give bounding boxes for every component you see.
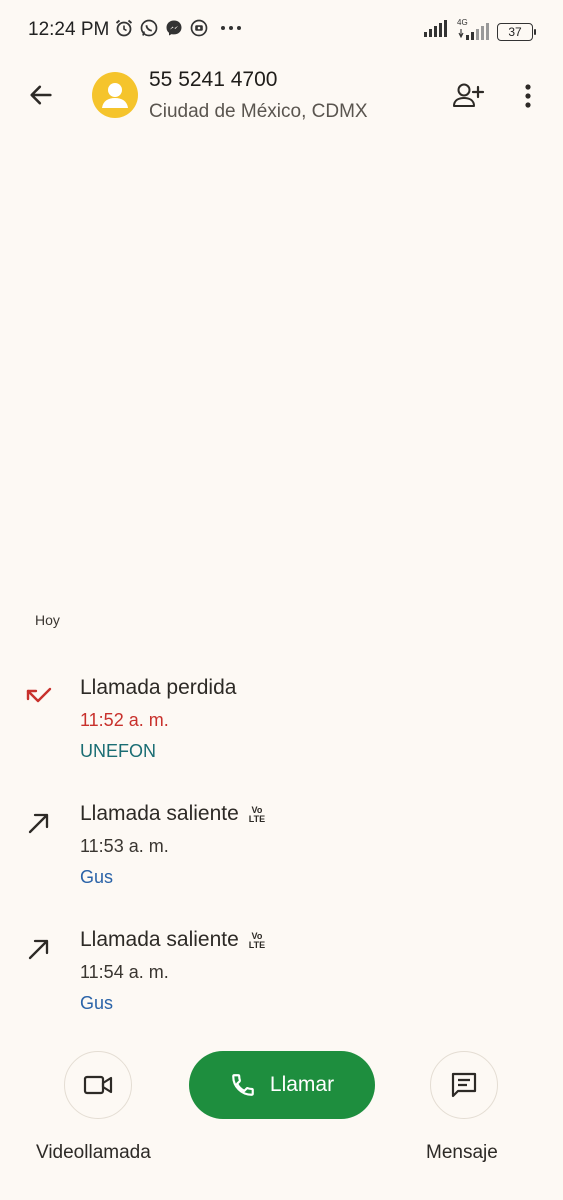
call-time: 11:52 a. m. <box>80 710 169 730</box>
phone-icon <box>232 1074 254 1096</box>
message-icon <box>451 1072 477 1098</box>
status-system-icons: 4G 37 <box>423 18 536 43</box>
call-type-label: Llamada saliente Vo LTE <box>80 928 265 952</box>
call-carrier: Gus <box>80 993 114 1013</box>
video-call-label: Videollamada <box>36 1142 151 1163</box>
call-title-text: Llamada perdida <box>80 676 237 699</box>
whatsapp-icon <box>139 18 159 38</box>
call-carrier: Gus <box>80 867 114 887</box>
contact-avatar <box>92 72 138 118</box>
video-call-button[interactable] <box>64 1051 132 1119</box>
call-button-label: Llamar <box>269 1073 335 1096</box>
volte-bottom: LTE <box>248 814 266 824</box>
more-notifications-icon <box>218 18 244 38</box>
secondary-signal-icon: 4G <box>457 18 489 41</box>
volte-icon: Vo LTE <box>249 932 265 950</box>
messenger-icon <box>164 18 184 38</box>
message-label: Mensaje <box>426 1142 498 1163</box>
volte-icon: Vo LTE <box>249 806 265 824</box>
call-type-label: Llamada saliente Vo LTE <box>80 802 265 826</box>
person-icon <box>102 83 128 108</box>
contact-location: Ciudad de México, CDMX <box>149 101 368 122</box>
back-button[interactable] <box>22 76 60 114</box>
call-carrier: UNEFON <box>80 741 156 761</box>
history-section-label: Hoy <box>35 612 60 628</box>
call-details-screen: 12:24 PM 4G 37 55 5241 4700 Ciudad de Mé… <box>0 0 563 1200</box>
more-options-button[interactable] <box>513 78 543 114</box>
back-arrow-icon <box>30 85 52 105</box>
call-type-label: Llamada perdida <box>80 676 236 700</box>
status-notification-icons <box>114 18 244 38</box>
call-entry-missed: Llamada perdida 11:52 a. m. UNEFON <box>0 672 563 782</box>
call-entry-outgoing: Llamada saliente Vo LTE 11:53 a. m. Gus <box>0 798 563 908</box>
outgoing-call-icon <box>24 808 54 838</box>
call-title-text: Llamada saliente <box>80 928 239 951</box>
call-title-text: Llamada saliente <box>80 802 239 825</box>
more-vert-icon <box>525 84 531 108</box>
video-camera-icon <box>83 1075 113 1095</box>
call-button[interactable]: Llamar <box>189 1051 375 1119</box>
volte-bottom: LTE <box>248 940 266 950</box>
battery-icon: 37 <box>497 22 536 41</box>
alarm-icon <box>114 18 134 38</box>
call-time: 11:54 a. m. <box>80 962 169 982</box>
app-notification-icon <box>189 18 209 38</box>
network-type-label: 4G <box>457 17 468 27</box>
outgoing-call-icon <box>24 934 54 964</box>
status-bar: 12:24 PM 4G 37 <box>0 0 563 60</box>
message-button[interactable] <box>430 1051 498 1119</box>
call-time: 11:53 a. m. <box>80 836 169 856</box>
contact-number: 55 5241 4700 <box>149 68 278 91</box>
add-contact-button[interactable] <box>448 78 488 114</box>
signal-strength-icon <box>423 20 449 43</box>
add-person-icon <box>453 83 485 107</box>
status-time: 12:24 PM <box>28 19 110 40</box>
call-entry-outgoing: Llamada saliente Vo LTE 11:54 a. m. Gus <box>0 924 563 1034</box>
missed-call-icon <box>24 682 54 712</box>
